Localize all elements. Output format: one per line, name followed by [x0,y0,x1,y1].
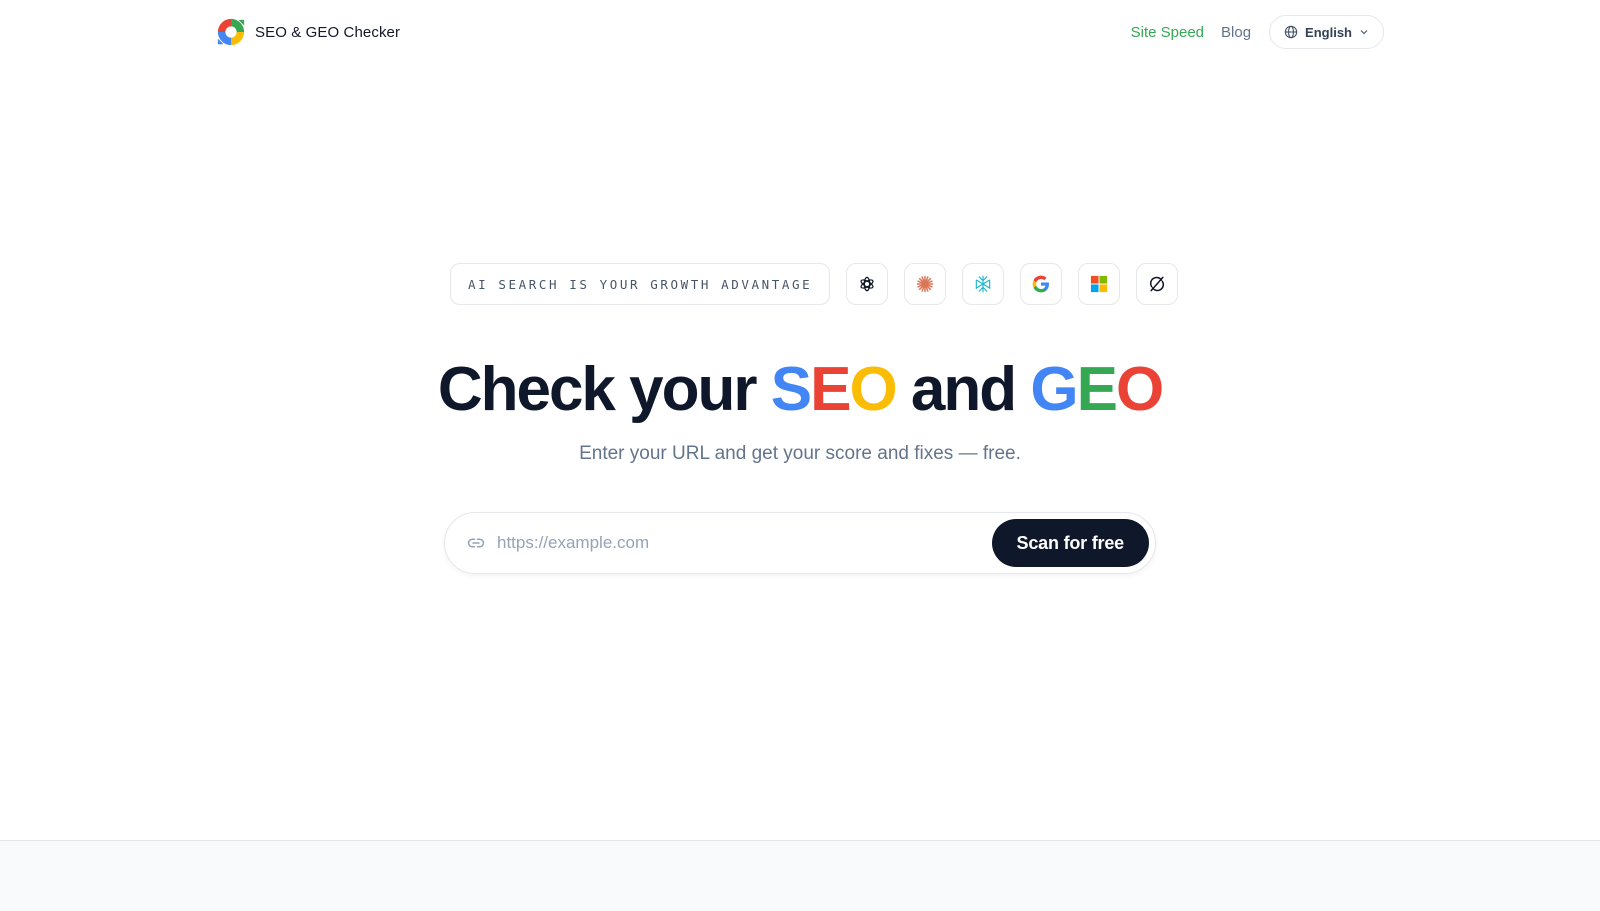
top-nav: Site Speed Blog English [1131,15,1384,49]
next-section-band [0,840,1600,911]
brand-link[interactable]: SEO & GEO Checker [216,16,400,48]
microsoft-icon [1078,263,1121,305]
google-icon [1020,263,1063,305]
headline-geo-e: E [1076,355,1118,424]
headline-seo-s: S [770,355,812,424]
brand-name: SEO & GEO Checker [255,23,401,41]
site-header: SEO & GEO Checker Site Speed Blog Englis… [0,0,1600,64]
brand-logo-icon [217,18,245,46]
grok-icon [1136,263,1179,305]
headline-seo-o: O [849,355,897,424]
nav-blog-link[interactable]: Blog [1221,24,1251,41]
headline-middle: and [895,355,1031,424]
globe-icon [1284,25,1298,39]
scan-for-free-button[interactable]: Scan for free [991,519,1149,567]
tagline-badge: AI SEARCH IS YOUR GROWTH ADVANTAGE [450,263,831,305]
headline-geo-g: G [1030,355,1078,424]
headline-seo-e: E [810,355,851,424]
perplexity-icon [962,263,1005,305]
language-label: English [1305,24,1352,40]
nav-site-speed-link[interactable]: Site Speed [1131,24,1204,41]
url-scan-form: Scan for free [444,512,1156,574]
claude-icon [904,263,947,305]
link-icon [467,538,485,548]
chevron-down-icon [1360,30,1368,35]
openai-icon [846,263,889,305]
headline-prefix: Check your [437,355,771,424]
hero-subtitle: Enter your URL and get your score and fi… [579,443,1021,464]
hero-headline: Check your SEO and GEO [0,350,1600,430]
language-select[interactable]: English [1269,15,1384,49]
ai-badge-row: AI SEARCH IS YOUR GROWTH ADVANTAGE [450,262,1179,306]
headline-geo-o: O [1115,355,1164,424]
url-input[interactable] [495,522,992,564]
